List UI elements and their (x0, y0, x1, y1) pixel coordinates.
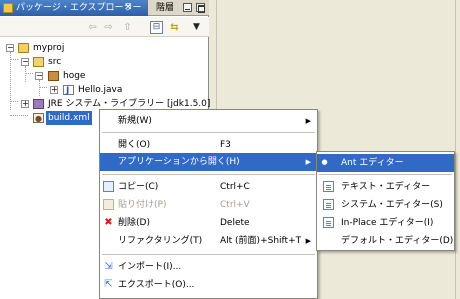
menu-item-copy[interactable]: コピー(C) Ctrl+C (100, 178, 317, 196)
close-tab-icon[interactable]: ✕ (124, 1, 132, 15)
back-icon[interactable]: ⇦ (86, 21, 99, 34)
menu-item-label: コピー(C) (118, 182, 159, 192)
java-file-icon (63, 84, 74, 98)
tree-item-myproj[interactable]: − myproj (0, 41, 209, 55)
menu-item-export[interactable]: ⇱ エクスポート(O)... (100, 276, 317, 294)
maximize-view-button[interactable] (196, 3, 205, 13)
menu-item-shortcut: Ctrl+V (220, 200, 250, 210)
view-toolbar: ⇦ ⇨ ⇧ ⊟ ⇆ ▼ (0, 17, 209, 37)
tree-item-label: build.xml (46, 111, 92, 125)
submenu-arrow-icon: ▶ (305, 158, 311, 166)
source-folder-icon (33, 57, 44, 67)
tree-item-hello-java[interactable]: + Hello.java (0, 83, 209, 98)
radio-bullet-icon: ● (321, 158, 328, 166)
collapse-toggle[interactable]: − (6, 44, 14, 52)
tab-hierarchy[interactable]: 階層 (150, 0, 180, 16)
menu-separator (102, 254, 315, 255)
ant-xml-file-icon (33, 112, 44, 126)
menu-item-label: リファクタリング(T) (118, 236, 203, 246)
tree-item-label: hoge (63, 71, 86, 81)
collapse-toggle[interactable]: − (21, 58, 29, 66)
library-icon (33, 99, 44, 109)
expand-toggle[interactable]: + (50, 86, 58, 94)
menu-item-label: デフォルト・エディター(D) (341, 236, 454, 246)
tree-item-src[interactable]: − src (0, 55, 209, 69)
project-folder-icon (18, 43, 29, 53)
menu-item-label: 開く(O) (118, 140, 151, 150)
menu-item-new[interactable]: 新規(W) ▶ (100, 112, 317, 130)
expand-toggle[interactable]: + (21, 100, 29, 108)
paste-icon (103, 199, 114, 210)
system-editor-icon (323, 199, 334, 210)
submenu-item-default-editor[interactable]: デフォルト・エディター(D) (317, 232, 454, 250)
context-menu: 新規(W) ▶ 開く(O) F3 アプリケーションから開く(H) ▶ コピー(C… (99, 109, 318, 299)
menu-item-shortcut: Delete (220, 218, 250, 228)
inplace-editor-icon (323, 217, 334, 228)
submenu-item-inplace-editor[interactable]: In-Place エディター(I) (317, 214, 454, 232)
view-menu-icon[interactable]: ▼ (190, 21, 203, 34)
submenu-item-system-editor[interactable]: システム・エディター(S) (317, 196, 454, 214)
menu-item-delete[interactable]: ✖ 削除(D) Delete (100, 214, 317, 232)
forward-icon[interactable]: ⇨ (102, 21, 115, 34)
menu-item-refactor[interactable]: リファクタリング(T) Alt (前面)+Shift+T ▶ (100, 232, 317, 250)
menu-item-label: テキスト・エディター (341, 182, 431, 192)
delete-icon: ✖ (104, 217, 113, 228)
import-icon: ⇲ (104, 261, 113, 272)
collapse-toggle[interactable]: − (35, 72, 43, 80)
up-icon[interactable]: ⇧ (121, 21, 134, 34)
submenu-item-ant-editor[interactable]: ● Ant エディター (317, 154, 454, 172)
menu-item-label: Ant エディター (341, 158, 404, 168)
menu-item-shortcut: Ctrl+C (220, 182, 250, 192)
text-editor-icon (323, 181, 334, 192)
menu-item-open-with[interactable]: アプリケーションから開く(H) ▶ (100, 153, 317, 171)
menu-item-paste[interactable]: 貼り付け(P) Ctrl+V (100, 196, 317, 214)
link-with-editor-icon[interactable]: ⇆ (168, 21, 181, 34)
submenu-item-text-editor[interactable]: テキスト・エディター (317, 178, 454, 196)
tab-package-explorer-label: パッケージ・エクスプローラー (16, 3, 142, 13)
menu-item-import[interactable]: ⇲ インポート(I)... (100, 258, 317, 276)
menu-item-label: エクスポート(O)... (118, 280, 195, 290)
tree-item-label: Hello.java (78, 85, 123, 95)
menu-separator (102, 174, 315, 175)
minimize-view-button[interactable] (183, 3, 192, 12)
tree-item-label: src (48, 57, 62, 67)
menu-item-label: In-Place エディター(I) (341, 218, 434, 228)
open-with-submenu: ● Ant エディター テキスト・エディター システム・エディター(S) In-… (316, 151, 455, 251)
export-icon: ⇱ (104, 279, 113, 290)
menu-item-shortcut: Alt (前面)+Shift+T (220, 236, 302, 246)
menu-separator (102, 132, 315, 133)
menu-item-shortcut: F3 (220, 140, 231, 150)
menu-item-label: 新規(W) (118, 116, 152, 126)
menu-item-label: アプリケーションから開く(H) (118, 157, 240, 167)
package-explorer-icon (3, 3, 13, 13)
menu-item-label: 削除(D) (118, 218, 150, 228)
submenu-arrow-icon: ▶ (305, 117, 311, 125)
tree-item-label: myproj (33, 43, 65, 53)
package-icon (48, 71, 59, 81)
menu-item-open[interactable]: 開く(O) F3 (100, 136, 317, 154)
copy-icon (103, 181, 114, 192)
collapse-all-icon[interactable]: ⊟ (150, 21, 163, 34)
menu-item-label: インポート(I)... (118, 262, 182, 272)
tree-item-hoge[interactable]: − hoge (0, 69, 209, 83)
submenu-arrow-icon: ▶ (305, 237, 311, 245)
view-tab-bar: パッケージ・エクスプローラー ✕ 階層 (0, 0, 209, 16)
menu-item-label: システム・エディター(S) (341, 200, 443, 210)
menu-item-label: 貼り付け(P) (118, 200, 167, 210)
menu-separator (319, 174, 452, 175)
